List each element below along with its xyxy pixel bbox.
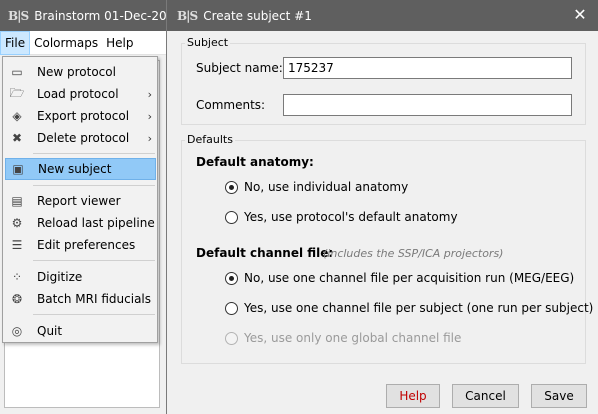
menu-item-batch-mri-fiducials[interactable]: ❂ Batch MRI fiducials bbox=[5, 288, 156, 310]
mri-fiducials-icon: ❂ bbox=[11, 292, 23, 306]
menu-item-quit[interactable]: ◎ Quit bbox=[5, 320, 156, 342]
submenu-arrow-icon: › bbox=[147, 109, 152, 123]
menu-item-label: Export protocol bbox=[37, 109, 130, 123]
menu-item-load-protocol[interactable]: 🗁 Load protocol › bbox=[5, 83, 156, 105]
subject-name-input[interactable]: 175237 bbox=[283, 57, 572, 79]
menu-item-export-protocol[interactable]: ◈ Export protocol › bbox=[5, 105, 156, 127]
menu-item-report-viewer[interactable]: ▤ Report viewer bbox=[5, 190, 156, 212]
report-icon: ▤ bbox=[11, 194, 23, 208]
brainstorm-logo-icon: B|S bbox=[177, 8, 198, 23]
subject-group-label: Subject bbox=[185, 36, 231, 49]
anatomy-option-default[interactable]: Yes, use protocol's default anatomy bbox=[225, 210, 458, 224]
menu-separator bbox=[33, 185, 155, 186]
help-button[interactable]: Help bbox=[386, 384, 440, 408]
channel-option-per-subject[interactable]: Yes, use one channel file per subject (o… bbox=[225, 301, 593, 315]
menu-file[interactable]: File bbox=[0, 30, 31, 55]
file-menu-dropdown: ▭ New protocol 🗁 Load protocol › ◈ Expor… bbox=[2, 56, 158, 343]
folder-open-icon: 🗁 bbox=[9, 85, 25, 100]
menu-colormaps[interactable]: Colormaps bbox=[30, 31, 102, 55]
menu-item-digitize[interactable]: ⁘ Digitize bbox=[5, 266, 156, 288]
channel-hint: (includes the SSP/ICA projectors) bbox=[323, 247, 504, 260]
reload-gear-icon: ⚙ bbox=[11, 216, 23, 230]
radio-button[interactable] bbox=[225, 271, 238, 285]
radio-button[interactable] bbox=[225, 180, 238, 194]
cancel-button[interactable]: Cancel bbox=[452, 384, 519, 408]
new-subject-icon: ▣ bbox=[12, 162, 24, 176]
menu-item-label: Load protocol bbox=[37, 87, 119, 101]
digitize-dots-icon: ⁘ bbox=[11, 270, 23, 284]
submenu-arrow-icon: › bbox=[147, 87, 152, 101]
radio-label: Yes, use protocol's default anatomy bbox=[244, 210, 458, 224]
menu-separator bbox=[33, 260, 155, 261]
menu-item-label: Quit bbox=[37, 324, 63, 338]
menu-item-label: Reload last pipeline bbox=[37, 216, 155, 230]
main-titlebar: B|S Brainstorm 01-Dec-2016 bbox=[0, 0, 182, 31]
preferences-icon: ☰ bbox=[11, 238, 23, 252]
new-protocol-icon: ▭ bbox=[11, 65, 23, 79]
menu-item-label: Delete protocol bbox=[37, 131, 130, 145]
menu-item-delete-protocol[interactable]: ✖ Delete protocol › bbox=[5, 127, 156, 149]
close-icon[interactable]: ✕ bbox=[571, 6, 589, 24]
comments-input[interactable] bbox=[283, 94, 572, 116]
radio-label: Yes, use one channel file per subject (o… bbox=[244, 301, 594, 315]
menu-item-label: New protocol bbox=[37, 65, 116, 79]
menu-item-new-subject[interactable]: ▣ New subject bbox=[5, 158, 156, 180]
menu-item-reload-pipeline[interactable]: ⚙ Reload last pipeline bbox=[5, 212, 156, 234]
export-icon: ◈ bbox=[12, 109, 22, 123]
menu-help[interactable]: Help bbox=[102, 31, 137, 55]
menu-separator bbox=[33, 314, 155, 315]
menu-item-label: New subject bbox=[38, 162, 112, 176]
menu-item-label: Report viewer bbox=[37, 194, 121, 208]
menu-item-new-protocol[interactable]: ▭ New protocol bbox=[5, 61, 156, 83]
radio-label: Yes, use only one global channel file bbox=[244, 331, 462, 345]
radio-label: No, use one channel file per acquisition… bbox=[244, 271, 575, 285]
defaults-group-label: Defaults bbox=[185, 133, 235, 146]
anatomy-option-individual[interactable]: No, use individual anatomy bbox=[225, 180, 408, 194]
comments-label: Comments: bbox=[196, 98, 266, 112]
channel-option-per-run[interactable]: No, use one channel file per acquisition… bbox=[225, 271, 574, 285]
brainstorm-logo-icon: B|S bbox=[8, 8, 29, 23]
default-anatomy-title: Default anatomy: bbox=[196, 155, 314, 169]
channel-option-global: Yes, use only one global channel file bbox=[225, 331, 461, 345]
subject-name-label: Subject name: bbox=[196, 61, 283, 75]
menubar: File Colormaps Help bbox=[0, 30, 166, 55]
dialog-title: Create subject #1 bbox=[203, 8, 312, 23]
submenu-arrow-icon: › bbox=[147, 131, 152, 145]
quit-icon: ◎ bbox=[11, 324, 23, 338]
radio-button[interactable] bbox=[225, 210, 238, 224]
menu-item-label: Edit preferences bbox=[37, 238, 136, 252]
delete-x-icon: ✖ bbox=[11, 131, 23, 145]
main-window-title: Brainstorm 01-Dec-2016 bbox=[34, 8, 182, 23]
menu-separator bbox=[33, 153, 155, 154]
default-channel-title: Default channel file: bbox=[196, 246, 334, 260]
dialog-titlebar: B|S Create subject #1 ✕ bbox=[167, 0, 598, 31]
menu-item-label: Batch MRI fiducials bbox=[37, 292, 152, 306]
radio-button[interactable] bbox=[225, 301, 238, 315]
radio-label: No, use individual anatomy bbox=[244, 180, 409, 194]
radio-button bbox=[225, 331, 238, 345]
menu-item-edit-preferences[interactable]: ☰ Edit preferences bbox=[5, 234, 156, 256]
menu-item-label: Digitize bbox=[37, 270, 83, 284]
save-button[interactable]: Save bbox=[531, 384, 587, 408]
create-subject-dialog: B|S Create subject #1 ✕ Subject Subject … bbox=[166, 0, 598, 414]
